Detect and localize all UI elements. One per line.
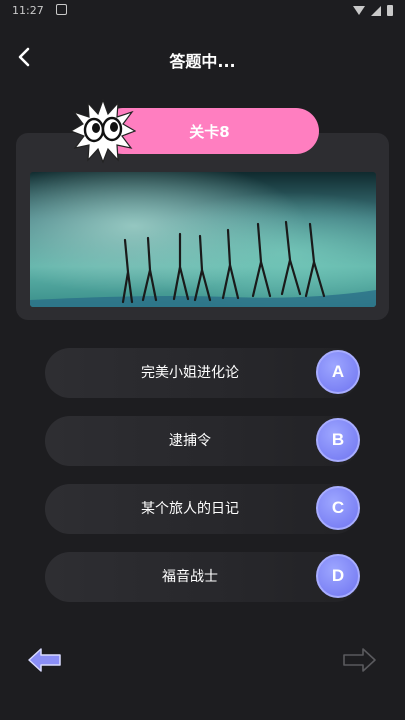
option-b-letter: B xyxy=(316,418,360,462)
status-time: 11:27 xyxy=(12,4,44,17)
arrow-left-icon xyxy=(28,648,61,672)
notification-icon xyxy=(56,4,67,15)
signal-icon xyxy=(371,5,381,16)
prev-question-button[interactable] xyxy=(26,645,64,675)
arrow-right-icon xyxy=(343,648,376,672)
googly-eyes-burst-icon xyxy=(69,98,137,164)
option-c-text: 某个旅人的日记 xyxy=(141,501,239,517)
option-a[interactable]: 完美小姐进化论 A xyxy=(45,348,360,398)
status-icons xyxy=(353,5,393,16)
option-a-text: 完美小姐进化论 xyxy=(141,365,239,381)
wifi-icon xyxy=(353,6,365,15)
option-c-letter: C xyxy=(316,486,360,530)
option-a-letter: A xyxy=(316,350,360,394)
battery-icon xyxy=(387,5,393,16)
option-d[interactable]: 福音战士 D xyxy=(45,552,360,602)
next-question-button[interactable] xyxy=(340,645,378,675)
option-c[interactable]: 某个旅人的日记 C xyxy=(45,484,360,534)
option-b-text: 逮捕令 xyxy=(169,433,211,449)
header: 答题中... xyxy=(0,38,405,78)
question-image xyxy=(30,172,376,307)
option-d-letter: D xyxy=(316,554,360,598)
page-title: 答题中... xyxy=(169,52,236,71)
option-d-text: 福音战士 xyxy=(162,569,218,585)
status-bar: 11:27 xyxy=(0,0,405,24)
option-b[interactable]: 逮捕令 B xyxy=(45,416,360,466)
